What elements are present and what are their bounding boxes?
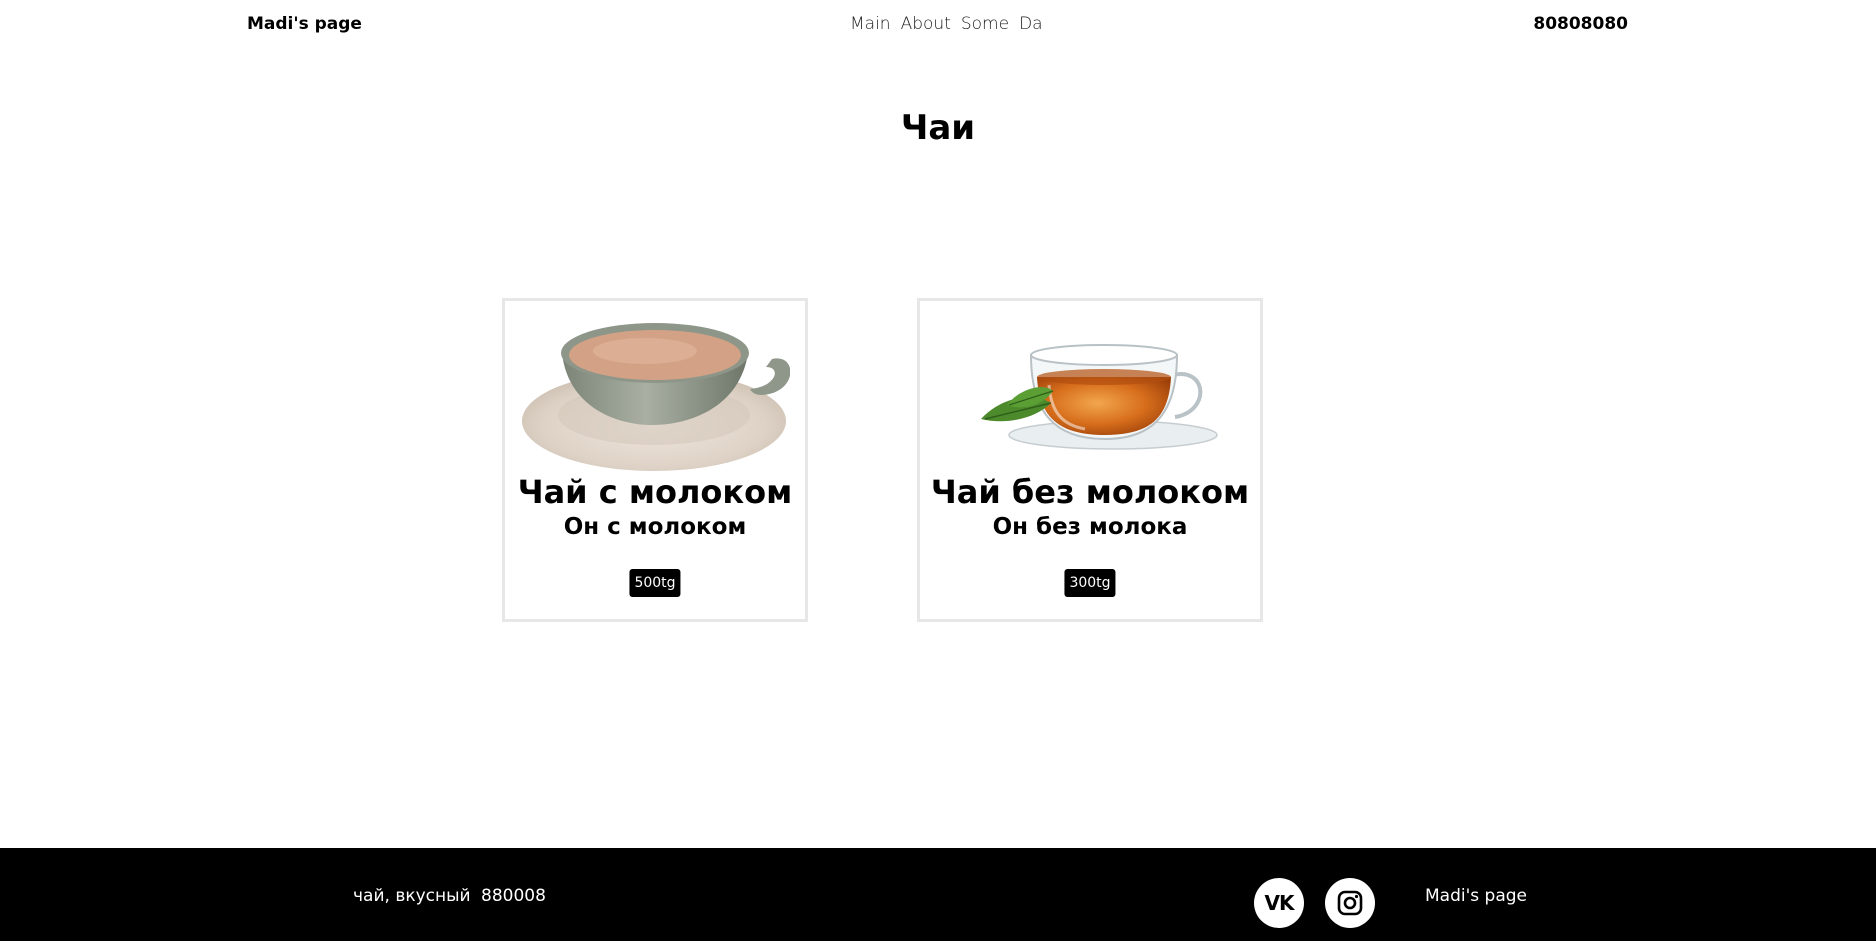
price-badge[interactable]: 300tg xyxy=(1064,569,1116,597)
milk-tea-cup-image xyxy=(505,315,805,473)
product-card: Чай с молоком Он с молоком 500tg xyxy=(502,298,808,622)
price-badge[interactable]: 500tg xyxy=(629,569,681,597)
product-subtitle: Он с молоком xyxy=(563,514,747,540)
product-name: Чай без молоком xyxy=(930,473,1250,511)
nav-item-some[interactable]: Some xyxy=(961,14,1009,34)
bottom-strip xyxy=(0,941,1876,949)
page-title: Чаи xyxy=(900,108,976,148)
instagram-link[interactable] xyxy=(1325,878,1375,928)
footer-brand[interactable]: Madi's page xyxy=(1425,886,1527,906)
footer-tagline: чай, вкусный xyxy=(353,886,471,906)
site-brand[interactable]: Madi's page xyxy=(247,14,362,34)
header-phone: 80808080 xyxy=(1533,14,1628,34)
footer: чай, вкусный 880008 VK Madi's page xyxy=(0,848,1876,949)
nav-item-da[interactable]: Da xyxy=(1019,14,1043,34)
black-tea-glass-cup-image xyxy=(920,315,1260,473)
main-nav: Main About Some Da xyxy=(850,14,1043,34)
page: Madi's page Main About Some Da 80808080 … xyxy=(0,0,1876,949)
nav-item-about[interactable]: About xyxy=(901,14,951,34)
header: Madi's page Main About Some Da 80808080 xyxy=(0,0,1876,48)
vk-icon: VK xyxy=(1264,891,1295,915)
product-subtitle: Он без молока xyxy=(992,514,1188,540)
vk-link[interactable]: VK xyxy=(1254,878,1304,928)
nav-item-main[interactable]: Main xyxy=(850,14,891,34)
instagram-icon xyxy=(1337,890,1363,916)
footer-code: 880008 xyxy=(481,886,546,906)
product-card: Чай без молоком Он без молока 300tg xyxy=(917,298,1263,622)
product-name: Чай с молоком xyxy=(517,473,793,511)
